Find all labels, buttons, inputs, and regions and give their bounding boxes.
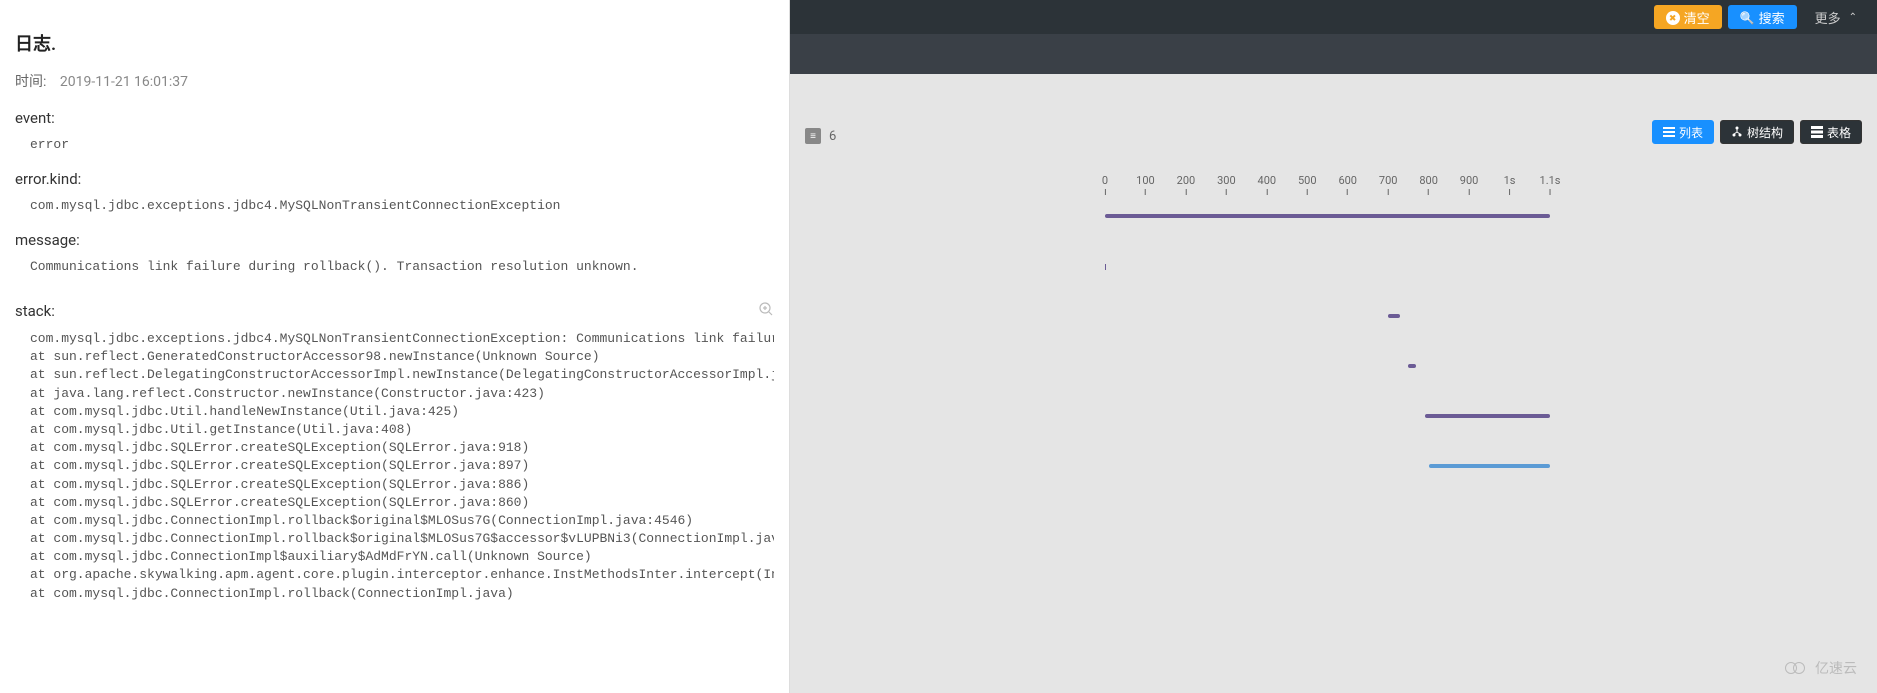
watermark: 亿速云 — [1785, 658, 1857, 678]
search-icon — [1740, 10, 1755, 25]
axis-tick: 100 — [1136, 174, 1155, 195]
watermark-text: 亿速云 — [1815, 658, 1857, 678]
span-count: 6 — [829, 129, 836, 144]
message-value: Communications link failure during rollb… — [15, 259, 774, 274]
time-label: 时间: — [15, 74, 46, 90]
axis-tick: 600 — [1338, 174, 1357, 195]
zoom-in-icon[interactable] — [758, 301, 774, 321]
view-list-button[interactable]: 列表 — [1652, 120, 1714, 144]
axis-tick: 200 — [1177, 174, 1196, 195]
stack-value: com.mysql.jdbc.exceptions.jdbc4.MySQLNon… — [15, 330, 774, 603]
tree-icon — [1731, 126, 1743, 138]
log-time-row: 时间: 2019-11-21 16:01:37 — [15, 71, 774, 91]
view-tree-label: 树结构 — [1747, 124, 1783, 141]
time-value: 2019-11-21 16:01:37 — [60, 74, 188, 90]
trace-span-bar[interactable] — [1429, 464, 1550, 468]
error-kind-value: com.mysql.jdbc.exceptions.jdbc4.MySQLNon… — [15, 198, 774, 213]
top-toolbar: 清空 搜索 更多 — [790, 0, 1877, 34]
axis-tick: 1.1s — [1540, 174, 1561, 195]
view-tree-button[interactable]: 树结构 — [1720, 120, 1794, 144]
status-row: ≡ 6 列表 树结构 表格 — [790, 74, 1877, 154]
time-axis: 0 100 200 300 400 500 600 700 800 900 1s 1.1s — [1105, 174, 1862, 204]
event-label: event: — [15, 109, 774, 127]
list-icon — [1663, 126, 1675, 138]
trace-span-bar[interactable] — [1105, 214, 1550, 218]
event-value: error — [15, 137, 774, 152]
more-button[interactable]: 更多 — [1803, 5, 1869, 29]
trace-span-bar[interactable] — [1105, 264, 1106, 270]
axis-tick: 1s — [1504, 174, 1516, 195]
clear-button[interactable]: 清空 — [1654, 5, 1722, 29]
error-kind-label: error.kind: — [15, 170, 774, 188]
view-list-label: 列表 — [1679, 124, 1703, 141]
view-table-button[interactable]: 表格 — [1800, 120, 1862, 144]
search-button[interactable]: 搜索 — [1728, 5, 1797, 29]
watermark-logo-icon — [1785, 661, 1809, 675]
table-icon — [1811, 126, 1823, 138]
clear-label: 清空 — [1684, 8, 1710, 27]
axis-tick: 700 — [1379, 174, 1398, 195]
view-table-label: 表格 — [1827, 124, 1851, 141]
more-label: 更多 — [1815, 8, 1841, 27]
trace-span-bar[interactable] — [1425, 414, 1550, 418]
axis-tick: 300 — [1217, 174, 1236, 195]
search-label: 搜索 — [1759, 8, 1785, 27]
count-icon: ≡ — [805, 128, 821, 144]
log-title: 日志. — [15, 30, 774, 56]
message-label: message: — [15, 231, 774, 249]
stack-label: stack: — [15, 302, 55, 320]
trace-panel: 清空 搜索 更多 ≡ 6 列表 树结构 — [790, 0, 1877, 693]
axis-tick: 800 — [1419, 174, 1438, 195]
clear-icon — [1666, 9, 1680, 26]
axis-tick: 400 — [1258, 174, 1277, 195]
axis-tick: 900 — [1460, 174, 1479, 195]
axis-tick: 500 — [1298, 174, 1317, 195]
axis-tick: 0 — [1102, 174, 1108, 195]
trace-span-bar[interactable] — [1388, 314, 1400, 318]
view-mode-group: 列表 树结构 表格 — [1652, 120, 1862, 144]
log-detail-panel: 日志. 时间: 2019-11-21 16:01:37 event: error… — [0, 0, 790, 693]
trace-chart: 0 100 200 300 400 500 600 700 800 900 1s 1.1s — [790, 154, 1877, 584]
trace-bars-container — [1105, 214, 1862, 564]
trace-span-bar[interactable] — [1408, 364, 1416, 368]
secondary-bar — [790, 34, 1877, 74]
